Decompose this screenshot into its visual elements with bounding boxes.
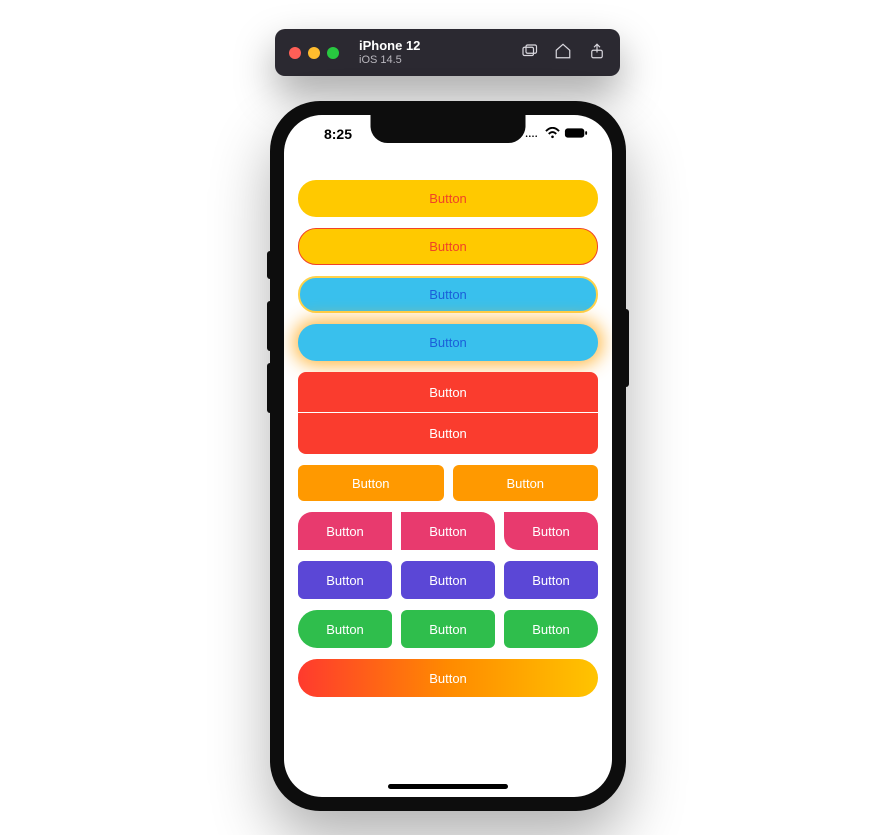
window-subtitle: iOS 14.5 [359, 54, 520, 67]
battery-icon [564, 126, 588, 142]
button-purple-2[interactable]: Button [401, 561, 495, 599]
window-title-block: iPhone 12 iOS 14.5 [359, 39, 520, 67]
button-orange-1[interactable]: Button [298, 465, 444, 501]
button-pink-1[interactable]: Button [298, 512, 392, 550]
app-content: Button Button Button Button Button Butto… [298, 180, 598, 775]
phone-frame: 8:25 Button Button Button Button Button [270, 101, 626, 811]
window-title: iPhone 12 [359, 39, 520, 54]
button-red-1[interactable]: Button [298, 372, 598, 413]
button-green-1[interactable]: Button [298, 610, 392, 648]
button-sky-2[interactable]: Button [298, 324, 598, 361]
minimize-dot-icon[interactable] [308, 47, 320, 59]
window-actions [520, 42, 606, 63]
fullscreen-dot-icon[interactable] [327, 47, 339, 59]
button-yellow-2[interactable]: Button [298, 228, 598, 265]
button-gradient[interactable]: Button [298, 659, 598, 697]
red-button-group: Button Button [298, 372, 598, 454]
side-button-right [626, 309, 629, 387]
simulator-window-header: iPhone 12 iOS 14.5 [275, 29, 620, 76]
button-pink-2[interactable]: Button [401, 512, 495, 550]
button-purple-1[interactable]: Button [298, 561, 392, 599]
button-sky-1[interactable]: Button [298, 276, 598, 313]
status-time: 8:25 [308, 126, 368, 142]
orange-row: Button Button [298, 465, 598, 501]
share-icon[interactable] [588, 42, 606, 63]
side-button-mute [267, 251, 270, 279]
button-pink-3[interactable]: Button [504, 512, 598, 550]
phone-screen: 8:25 Button Button Button Button Button [284, 115, 612, 797]
side-button-vol-up [267, 301, 270, 351]
close-dot-icon[interactable] [289, 47, 301, 59]
screenshot-icon[interactable] [520, 42, 538, 63]
green-row: Button Button Button [298, 610, 598, 648]
button-orange-2[interactable]: Button [453, 465, 599, 501]
home-indicator[interactable] [388, 784, 508, 789]
wifi-icon [545, 126, 560, 142]
traffic-lights [289, 47, 339, 59]
button-green-2[interactable]: Button [401, 610, 495, 648]
purple-row: Button Button Button [298, 561, 598, 599]
button-green-3[interactable]: Button [504, 610, 598, 648]
cellular-icon [525, 126, 541, 142]
button-yellow-1[interactable]: Button [298, 180, 598, 217]
notch [371, 115, 526, 143]
home-icon[interactable] [554, 42, 572, 63]
button-red-2[interactable]: Button [298, 413, 598, 454]
button-purple-3[interactable]: Button [504, 561, 598, 599]
status-icons [528, 126, 588, 142]
pink-row: Button Button Button [298, 512, 598, 550]
side-button-vol-dn [267, 363, 270, 413]
